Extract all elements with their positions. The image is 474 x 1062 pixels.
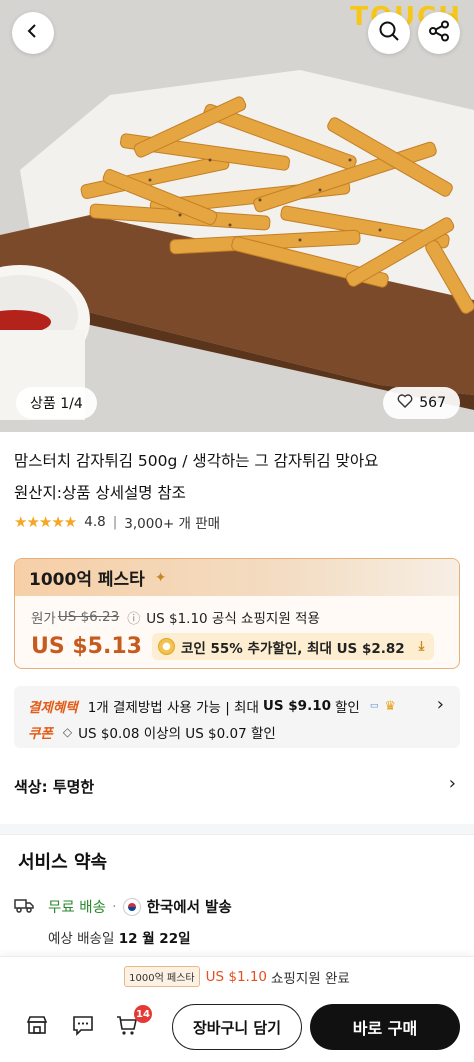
support-amount: US $1.10 (205, 968, 267, 985)
section-divider (0, 824, 474, 834)
promo-title: 1000억 페스타 (29, 570, 145, 590)
eta-label: 예상 배송일 (48, 931, 115, 947)
promo-banner: 1000억 페스타 ✦ (15, 559, 459, 596)
coin-discount-text: 코인 55% 추가할인, 최대 US $2.82 (180, 640, 405, 657)
back-button[interactable] (12, 12, 54, 54)
chevron-right-icon[interactable]: › (449, 773, 456, 794)
divider: | (112, 514, 118, 530)
coupon-row: 쿠폰 ◇ US $0.08 이상의 US $0.07 할인 (28, 722, 276, 742)
support-status-row: 1000억 페스타 US $1.10 쇼핑지원 완료 (0, 966, 474, 987)
payment-max-amount: US $9.10 (262, 698, 331, 714)
eta-date: 12 월 22일 (118, 931, 191, 947)
sold-count: 3,000+ 개 판매 (124, 516, 221, 532)
payment-suffix: 할인 (335, 700, 360, 716)
like-count: 567 (419, 395, 446, 411)
product-origin: 원산지:상품 상세설명 참조 (14, 484, 186, 502)
payment-benefit-text: 1개 결제방법 사용 가능 | 최대 (87, 700, 259, 716)
original-price-row: 원가 US $6.23 ⓘ US $1.10 공식 쇼핑지원 적용 (31, 607, 320, 627)
payment-benefit-row: 결제혜택 1개 결제방법 사용 가능 | 최대 US $9.10 할인 ▭ ♛ (28, 696, 396, 716)
ticket-icon: ✦ (154, 569, 167, 586)
support-done-text: 쇼핑지원 완료 (271, 970, 350, 987)
dot-separator: · (111, 898, 117, 915)
service-title: 서비스 약속 (18, 852, 108, 873)
shipping-row[interactable]: 무료 배송 · 한국에서 발송 (14, 896, 232, 917)
eta-row: 예상 배송일 12 월 22일 (48, 927, 191, 947)
price-card: 1000억 페스타 ✦ 원가 US $6.23 ⓘ US $1.10 공식 쇼핑… (14, 558, 460, 669)
product-title: 맘스터치 감자튀김 500g / 생각하는 그 감자튀김 맞아요 (14, 452, 379, 470)
tag-icon: ◇ (62, 725, 73, 739)
star-rating-icon: ★★★★★ (14, 513, 77, 531)
share-button[interactable] (418, 12, 460, 54)
product-image[interactable]: TOUCH (0, 0, 474, 432)
info-icon[interactable]: ⓘ (127, 608, 140, 627)
image-page-indicator: 상품 1/4 (16, 387, 97, 419)
fries-photo (0, 0, 474, 432)
coin-icon: ● (157, 638, 175, 655)
truck-icon (14, 897, 34, 917)
search-button[interactable] (368, 12, 410, 54)
like-button[interactable]: 567 (383, 387, 460, 419)
buy-now-button[interactable]: 바로 구매 (310, 1004, 460, 1050)
coin-discount-chip[interactable]: ● 코인 55% 추가할인, 최대 US $2.82 ⤓ (151, 633, 435, 660)
gold-badge-icon: ♛ (384, 698, 397, 714)
korea-flag-icon (122, 897, 141, 916)
search-icon (378, 20, 400, 46)
payment-method-icon: ▭ (369, 701, 379, 711)
rating-value: 4.8 (84, 514, 106, 530)
store-icon[interactable] (26, 1014, 48, 1041)
add-to-cart-button[interactable]: 장바구니 담기 (172, 1004, 302, 1050)
rating-row[interactable]: ★★★★★ 4.8 | 3,000+ 개 판매 (14, 512, 220, 532)
payment-benefit-label: 결제혜택 (28, 700, 78, 716)
download-icon: ⤓ (418, 639, 425, 654)
sale-price-row: US $5.13 ● 코인 55% 추가할인, 최대 US $2.82 ⤓ (31, 633, 435, 660)
chat-icon[interactable] (72, 1014, 94, 1041)
coupon-label: 쿠폰 (28, 726, 53, 742)
coupon-text: US $0.08 이상의 US $0.07 할인 (78, 726, 276, 742)
sale-price: US $5.13 (31, 634, 142, 659)
heart-icon (397, 394, 413, 412)
ship-from-text: 한국에서 발송 (146, 900, 232, 916)
benefits-box[interactable]: 결제혜택 1개 결제방법 사용 가능 | 최대 US $9.10 할인 ▭ ♛ … (14, 686, 460, 748)
share-icon (428, 20, 450, 46)
chevron-left-icon (24, 22, 42, 44)
fest-badge: 1000억 페스타 (124, 966, 200, 987)
color-option[interactable]: 색상: 투명한 (14, 776, 94, 797)
original-price: US $6.23 (57, 609, 120, 625)
original-label: 원가 (31, 611, 56, 627)
cart-count-badge: 14 (134, 1005, 152, 1023)
free-shipping-text: 무료 배송 (48, 900, 106, 916)
chevron-right-icon: › (436, 694, 444, 715)
support-text: US $1.10 공식 쇼핑지원 적용 (146, 611, 320, 627)
page-indicator-text: 상품 1/4 (30, 396, 83, 412)
